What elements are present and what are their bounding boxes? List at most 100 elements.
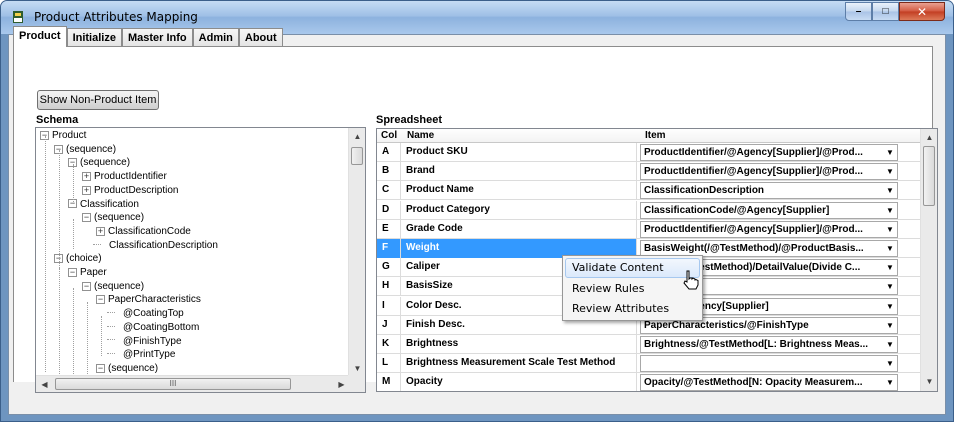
cell-col[interactable]: F	[377, 239, 401, 258]
cell-col[interactable]: L	[377, 354, 401, 374]
cell-name[interactable]: Brightness	[401, 335, 637, 354]
grid-scroll-down-icon[interactable]: ▼	[921, 373, 937, 390]
expand-toggle-icon[interactable]: −	[82, 213, 91, 223]
table-row[interactable]: B Brand ProductIdentifier/@Agency[Supplier…	[377, 162, 921, 182]
table-row[interactable]: L Brightness Measurement Scale Test Metho…	[377, 354, 921, 374]
tree-node[interactable]: − (sequence)	[54, 143, 116, 156]
dropdown-arrow-icon[interactable]: ▼	[883, 164, 897, 180]
item-dropdown[interactable]: ClassificationCode/@Agency[Supplier] ▼	[640, 201, 898, 219]
tree-node[interactable]: + ProductDescription	[82, 184, 178, 197]
tree-node[interactable]: − (sequence)	[96, 362, 158, 375]
tree-node[interactable]: − (choice)	[54, 252, 102, 265]
dropdown-arrow-icon[interactable]: ▼	[883, 356, 897, 372]
table-row[interactable]: M Opacity Opacity/@TestMethod[N: Opacity M…	[377, 373, 921, 391]
cell-name[interactable]: Opacity	[401, 373, 637, 391]
tree-node[interactable]: @FinishType	[107, 335, 182, 348]
dropdown-arrow-icon[interactable]: ▼	[883, 279, 897, 295]
cell-name[interactable]: Product SKU	[401, 143, 637, 162]
menu-item-validate-content[interactable]: Validate Content	[565, 258, 700, 278]
schema-horizontal-scrollbar[interactable]: ◀ III ▶	[36, 375, 350, 392]
dropdown-arrow-icon[interactable]: ▼	[883, 221, 897, 237]
cell-col[interactable]: H	[377, 277, 401, 297]
show-non-product-item-button[interactable]: Show Non-Product Item	[37, 90, 159, 110]
cell-col[interactable]: B	[377, 162, 401, 182]
dropdown-arrow-icon[interactable]: ▼	[883, 145, 897, 160]
cell-name[interactable]: Product Name	[401, 181, 637, 201]
item-dropdown[interactable]: ProductIdentifier/@Agency[Supplier]/@Pro…	[640, 163, 898, 181]
tree-node[interactable]: @PrintType	[107, 348, 175, 361]
menu-item-review-attributes[interactable]: Review Attributes	[565, 299, 700, 319]
tab-admin[interactable]: Admin	[192, 28, 239, 47]
cell-name[interactable]: Brand	[401, 162, 637, 182]
scroll-thumb[interactable]	[351, 147, 363, 165]
grid-scroll-up-icon[interactable]: ▲	[921, 129, 937, 146]
tab-product[interactable]: Product	[13, 26, 67, 47]
cell-col[interactable]: G	[377, 258, 401, 278]
cell-col[interactable]: J	[377, 315, 401, 335]
expand-toggle-icon[interactable]: −	[96, 363, 105, 373]
tree-node[interactable]: − (sequence)	[82, 280, 144, 293]
tab-about[interactable]: About	[238, 28, 283, 47]
cell-col[interactable]: C	[377, 181, 401, 201]
close-button[interactable]: ✕	[899, 2, 945, 21]
tree-node[interactable]: @CoatingBottom	[107, 321, 199, 334]
expand-toggle-icon[interactable]: +	[82, 171, 91, 181]
expand-toggle-icon[interactable]: −	[96, 295, 105, 305]
tab-initialize[interactable]: Initialize	[66, 28, 122, 47]
tree-node[interactable]: − Classification	[68, 198, 139, 211]
table-row[interactable]: C Product Name ClassificationDescription ▼	[377, 181, 921, 201]
table-row[interactable]: E Grade Code ProductIdentifier/@Agency[Sup…	[377, 219, 921, 239]
maximize-button[interactable]: □	[872, 2, 899, 21]
item-dropdown[interactable]: ProductIdentifier/@Agency[Supplier]/@Pro…	[640, 144, 898, 161]
item-dropdown[interactable]: Brightness/@TestMethod[L: Brightness Mea…	[640, 336, 898, 353]
tab-master-info[interactable]: Master Info	[121, 28, 193, 47]
tree-node[interactable]: ClassificationDescription	[93, 239, 218, 252]
cell-col[interactable]: I	[377, 296, 401, 316]
dropdown-arrow-icon[interactable]: ▼	[883, 183, 897, 199]
cell-col[interactable]: E	[377, 219, 401, 239]
dropdown-arrow-icon[interactable]: ▼	[883, 241, 897, 256]
dropdown-arrow-icon[interactable]: ▼	[883, 317, 897, 333]
dropdown-arrow-icon[interactable]: ▼	[883, 337, 897, 352]
expand-toggle-icon[interactable]: −	[82, 281, 91, 291]
cell-col[interactable]: D	[377, 200, 401, 220]
tree-node[interactable]: − (sequence)	[82, 211, 144, 224]
tree-node[interactable]: @CoatingTop	[107, 307, 184, 320]
tree-node[interactable]: + ClassificationCode	[96, 225, 191, 238]
cell-name[interactable]: Product Category	[401, 200, 637, 220]
dropdown-arrow-icon[interactable]: ▼	[883, 375, 897, 391]
item-dropdown[interactable]: ▼	[640, 355, 898, 373]
item-dropdown[interactable]: ProductIdentifier/@Agency[Supplier]/@Pro…	[640, 220, 898, 238]
item-dropdown[interactable]: Opacity/@TestMethod[N: Opacity Measurem.…	[640, 374, 898, 391]
table-row[interactable]: D Product Category ClassificationCode/@Age…	[377, 200, 921, 220]
expand-toggle-icon[interactable]: +	[82, 185, 91, 195]
table-row[interactable]: K Brightness Brightness/@TestMethod[L: Bri…	[377, 335, 921, 354]
dropdown-arrow-icon[interactable]: ▼	[883, 298, 897, 314]
scroll-left-icon[interactable]: ◀	[36, 376, 53, 392]
expand-toggle-icon[interactable]: −	[68, 267, 77, 277]
scroll-up-icon[interactable]: ▲	[349, 128, 365, 145]
cell-name[interactable]: Brightness Measurement Scale Test Method	[401, 354, 637, 374]
schema-vertical-scrollbar[interactable]: ▲ ▼	[348, 128, 365, 377]
cell-col[interactable]: M	[377, 373, 401, 391]
item-dropdown[interactable]: ClassificationDescription ▼	[640, 182, 898, 200]
tree-node[interactable]: − PaperCharacteristics	[96, 293, 201, 306]
expand-toggle-icon[interactable]: +	[96, 226, 105, 236]
table-row[interactable]: A Product SKU ProductIdentifier/@Agency[Su…	[377, 143, 921, 162]
grid-scroll-thumb[interactable]	[923, 146, 935, 206]
scroll-thumb-h[interactable]: III	[55, 378, 291, 390]
cell-col[interactable]: K	[377, 335, 401, 354]
menu-item-review-rules[interactable]: Review Rules	[565, 279, 700, 299]
tree-node[interactable]: + ProductIdentifier	[82, 170, 167, 183]
maximize-icon: □	[882, 6, 889, 17]
tree-node[interactable]: − (sequence)	[68, 156, 130, 169]
schema-tree[interactable]: − Product − (sequence) − (sequence) + ProductId…	[35, 127, 366, 393]
cell-name[interactable]: Grade Code	[401, 219, 637, 239]
grid-vertical-scrollbar[interactable]: ▲ ▼	[920, 129, 937, 391]
dropdown-arrow-icon[interactable]: ▼	[883, 260, 897, 276]
tree-node[interactable]: − Product	[40, 129, 86, 142]
minimize-button[interactable]: –	[845, 2, 872, 21]
cell-col[interactable]: A	[377, 143, 401, 162]
tree-node[interactable]: − Paper	[68, 266, 107, 279]
dropdown-arrow-icon[interactable]: ▼	[883, 202, 897, 218]
